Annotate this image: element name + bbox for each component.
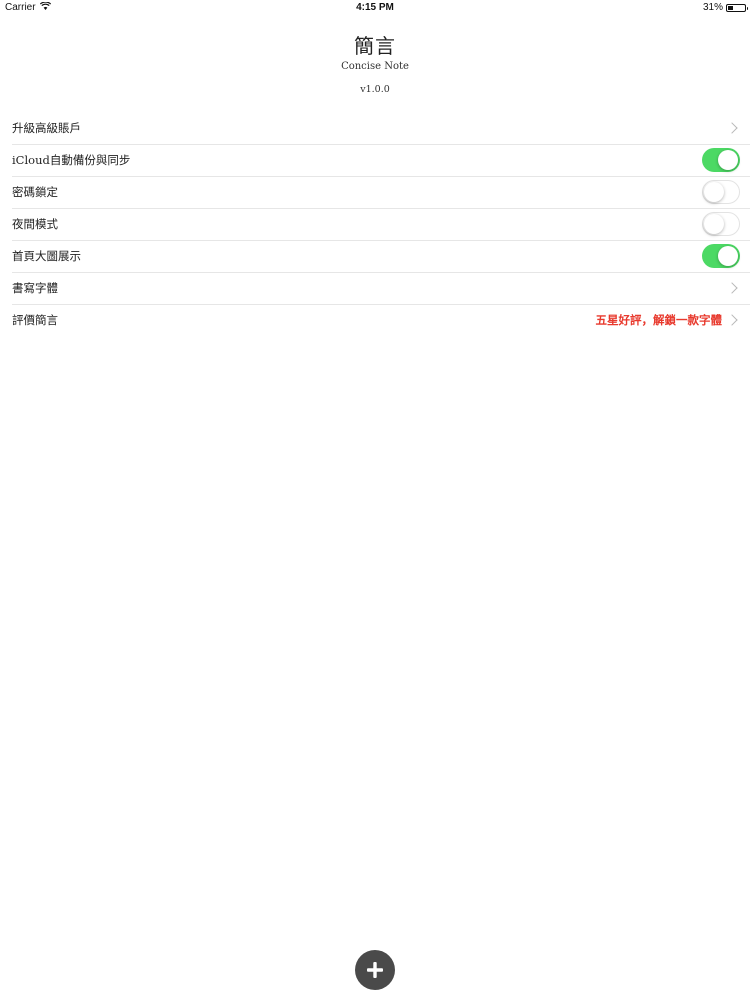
battery-fill <box>728 5 733 10</box>
row-night-mode: 夜間模式 <box>0 208 750 240</box>
row-label: 夜間模式 <box>12 217 58 231</box>
row-passcode-lock: 密碼鎖定 <box>0 176 750 208</box>
row-writing-font[interactable]: 書寫字體 <box>0 272 750 304</box>
row-icloud-backup: iCloud自動備份與同步 <box>0 144 750 176</box>
status-bar: Carrier 4:15 PM 31% <box>0 0 750 16</box>
rate-app-detail: 五星好評，解鎖一款字體 <box>595 313 723 327</box>
app-version: v1.0.0 <box>360 84 390 95</box>
battery-percent: 31% <box>702 2 723 13</box>
chevron-right-icon[interactable] <box>726 122 738 134</box>
passcode-lock-toggle[interactable] <box>702 180 740 204</box>
home-large-image-toggle[interactable] <box>702 244 740 268</box>
chevron-right-icon[interactable] <box>726 314 738 326</box>
app-subtitle: Concise Note <box>341 61 409 72</box>
row-label: 評價簡言 <box>12 313 58 327</box>
chevron-right-icon[interactable] <box>726 282 738 294</box>
icloud-backup-toggle[interactable] <box>702 148 740 172</box>
row-rate-app[interactable]: 評價簡言 五星好評，解鎖一款字體 <box>0 304 750 336</box>
row-label: 首頁大圖展示 <box>12 249 81 263</box>
toggle-knob <box>718 246 738 266</box>
night-mode-toggle[interactable] <box>702 212 740 236</box>
status-right: 31% <box>702 2 748 13</box>
app-title: 簡言 <box>354 34 396 58</box>
row-label: 書寫字體 <box>12 281 58 295</box>
add-note-button[interactable] <box>355 950 395 990</box>
row-label: 升級高級賬戶 <box>12 121 81 135</box>
plus-icon <box>367 962 383 978</box>
row-upgrade-premium[interactable]: 升級高級賬戶 <box>0 112 750 144</box>
settings-list: 升級高級賬戶 iCloud自動備份與同步 密碼鎖定 夜間模式 首頁大圖展示 書寫… <box>0 112 750 336</box>
row-label: 密碼鎖定 <box>12 185 58 199</box>
toggle-knob <box>703 213 724 234</box>
toggle-knob <box>718 150 738 170</box>
row-label: iCloud自動備份與同步 <box>12 153 131 167</box>
toggle-knob <box>703 181 724 202</box>
status-time: 4:15 PM <box>356 2 394 13</box>
row-home-large-image: 首頁大圖展示 <box>0 240 750 272</box>
battery-icon <box>726 3 748 12</box>
